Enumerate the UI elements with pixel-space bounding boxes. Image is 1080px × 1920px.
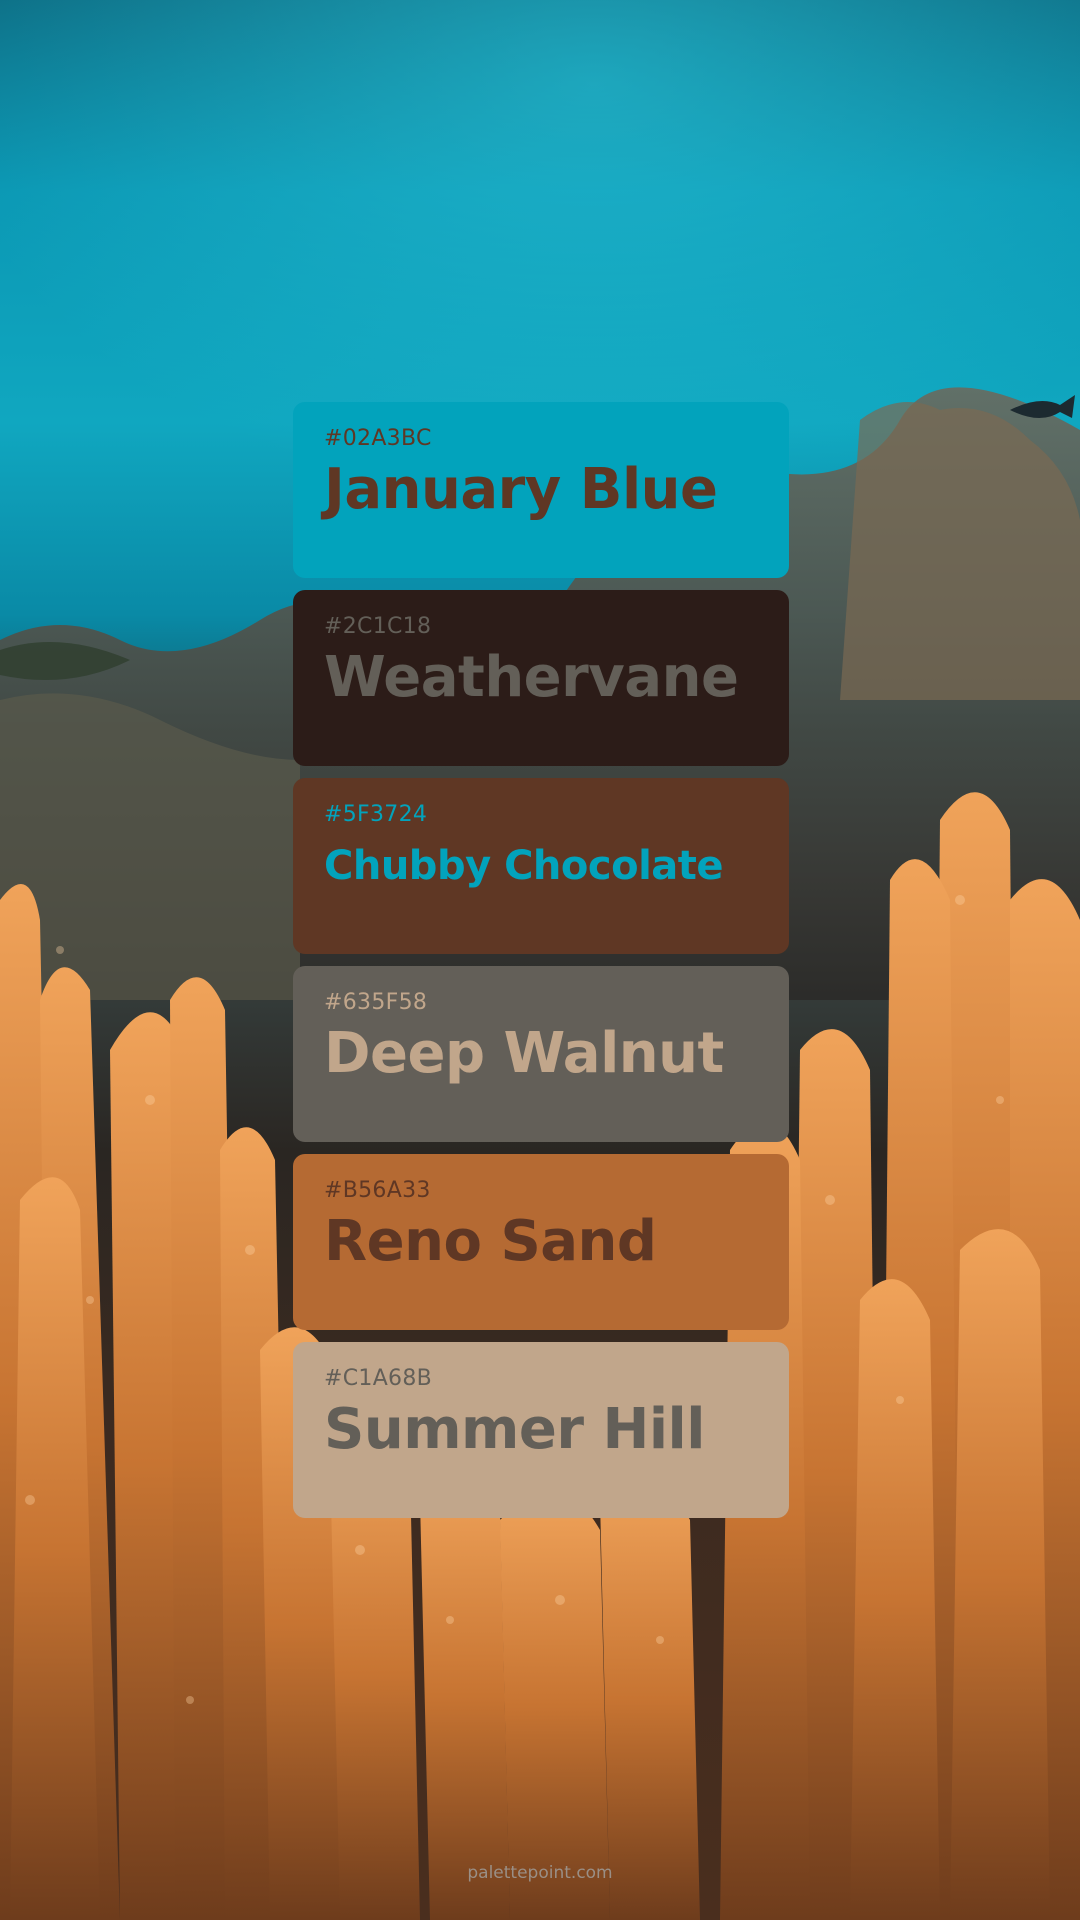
swatch-summer-hill[interactable]: #C1A68B Summer Hill bbox=[293, 1342, 789, 1518]
swatch-weathervane[interactable]: #2C1C18 Weathervane bbox=[293, 590, 789, 766]
swatch-hex: #635F58 bbox=[324, 990, 428, 1015]
swatch-hex: #2C1C18 bbox=[324, 614, 432, 639]
swatch-deep-walnut[interactable]: #635F58 Deep Walnut bbox=[293, 966, 789, 1142]
swatch-hex: #C1A68B bbox=[324, 1366, 433, 1391]
swatch-hex: #B56A33 bbox=[324, 1178, 431, 1203]
swatch-hex: #02A3BC bbox=[324, 426, 432, 451]
swatch-name: Reno Sand bbox=[324, 1209, 657, 1274]
color-palette: #02A3BC January Blue #2C1C18 Weathervane… bbox=[293, 402, 789, 1530]
swatch-chubby-chocolate[interactable]: #5F3724 Chubby Chocolate bbox=[293, 778, 789, 954]
swatch-name: Weathervane bbox=[324, 645, 739, 710]
swatch-name: January Blue bbox=[324, 457, 718, 522]
swatch-name: Deep Walnut bbox=[324, 1021, 724, 1086]
swatch-hex: #5F3724 bbox=[324, 802, 428, 827]
swatch-january-blue[interactable]: #02A3BC January Blue bbox=[293, 402, 789, 578]
site-credit[interactable]: palettepoint.com bbox=[0, 1863, 1080, 1883]
background-photo: #02A3BC January Blue #2C1C18 Weathervane… bbox=[0, 0, 1080, 1920]
swatch-name: Summer Hill bbox=[324, 1397, 705, 1462]
swatch-name: Chubby Chocolate bbox=[324, 843, 724, 889]
swatch-reno-sand[interactable]: #B56A33 Reno Sand bbox=[293, 1154, 789, 1330]
